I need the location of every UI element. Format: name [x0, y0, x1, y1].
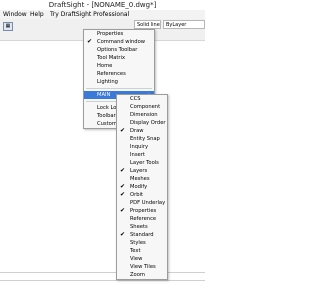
submenu-item-pdf-underlay[interactable]: PDF Underlay — [117, 199, 167, 207]
menu-item-lighting[interactable]: Lighting — [84, 78, 154, 86]
submenu-item-view-tiles[interactable]: View Tiles — [117, 263, 167, 271]
submenu-item-orbit[interactable]: ✔ Orbit — [117, 191, 167, 199]
submenu-item-meshes[interactable]: Meshes — [117, 175, 167, 183]
toolbar-icon[interactable]: ▦ — [3, 22, 13, 31]
submenu-item-standard[interactable]: ✔ Standard — [117, 231, 167, 239]
menu-item-command-window[interactable]: ✔ Command window — [84, 38, 154, 46]
menu-bar: Window Help Try DraftSight Professional — [0, 10, 205, 19]
menu-item-properties[interactable]: Properties — [84, 30, 154, 38]
submenu-item-modify[interactable]: ✔ Modify — [117, 183, 167, 191]
submenu-item-styles[interactable]: Styles — [117, 239, 167, 247]
linestyle-combo[interactable]: Solid line — [134, 20, 161, 29]
submenu-item-inquiry[interactable]: Inquiry — [117, 143, 167, 151]
submenu-item-text[interactable]: Text — [117, 247, 167, 255]
menu-item-references[interactable]: References — [84, 70, 154, 78]
menu-item-options-toolbar[interactable]: Options Toolbar — [84, 46, 154, 54]
canvas-divider — [0, 272, 205, 273]
check-icon: ✔ — [120, 231, 126, 238]
main-submenu: CCS Component Dimension Display Order ✔ Draw E… — [116, 94, 168, 280]
check-icon: ✔ — [120, 167, 126, 174]
submenu-item-display-order[interactable]: Display Order — [117, 119, 167, 127]
menu-item-home[interactable]: Home — [84, 62, 154, 70]
menu-try-professional[interactable]: Try DraftSight Professional — [50, 10, 129, 19]
window-title: DraftSight - [NONAME_0.dwg*] — [0, 0, 205, 10]
check-icon: ✔ — [87, 38, 93, 45]
check-icon: ✔ — [120, 183, 126, 190]
layer-combo[interactable]: ByLayer — [163, 20, 205, 29]
menu-separator — [86, 88, 152, 89]
check-icon: ✔ — [120, 207, 126, 214]
submenu-item-layers[interactable]: ✔ Layers — [117, 167, 167, 175]
submenu-item-draw[interactable]: ✔ Draw — [117, 127, 167, 135]
submenu-item-entity-snap[interactable]: Entity Snap — [117, 135, 167, 143]
submenu-item-view[interactable]: View — [117, 255, 167, 263]
submenu-item-reference[interactable]: Reference — [117, 215, 167, 223]
menu-window[interactable]: Window — [3, 10, 27, 19]
submenu-item-insert[interactable]: Insert — [117, 151, 167, 159]
submenu-item-layer-tools[interactable]: Layer Tools — [117, 159, 167, 167]
canvas-divider — [0, 280, 205, 281]
submenu-item-sheets[interactable]: Sheets — [117, 223, 167, 231]
submenu-item-zoom[interactable]: Zoom — [117, 271, 167, 279]
submenu-item-dimension[interactable]: Dimension — [117, 111, 167, 119]
menu-item-tool-matrix[interactable]: Tool Matrix — [84, 54, 154, 62]
submenu-item-properties[interactable]: ✔ Properties — [117, 207, 167, 215]
check-icon: ✔ — [120, 127, 126, 134]
submenu-item-ccs[interactable]: CCS — [117, 95, 167, 103]
check-icon: ✔ — [120, 191, 126, 198]
submenu-item-component[interactable]: Component — [117, 103, 167, 111]
menu-help[interactable]: Help — [30, 10, 44, 19]
